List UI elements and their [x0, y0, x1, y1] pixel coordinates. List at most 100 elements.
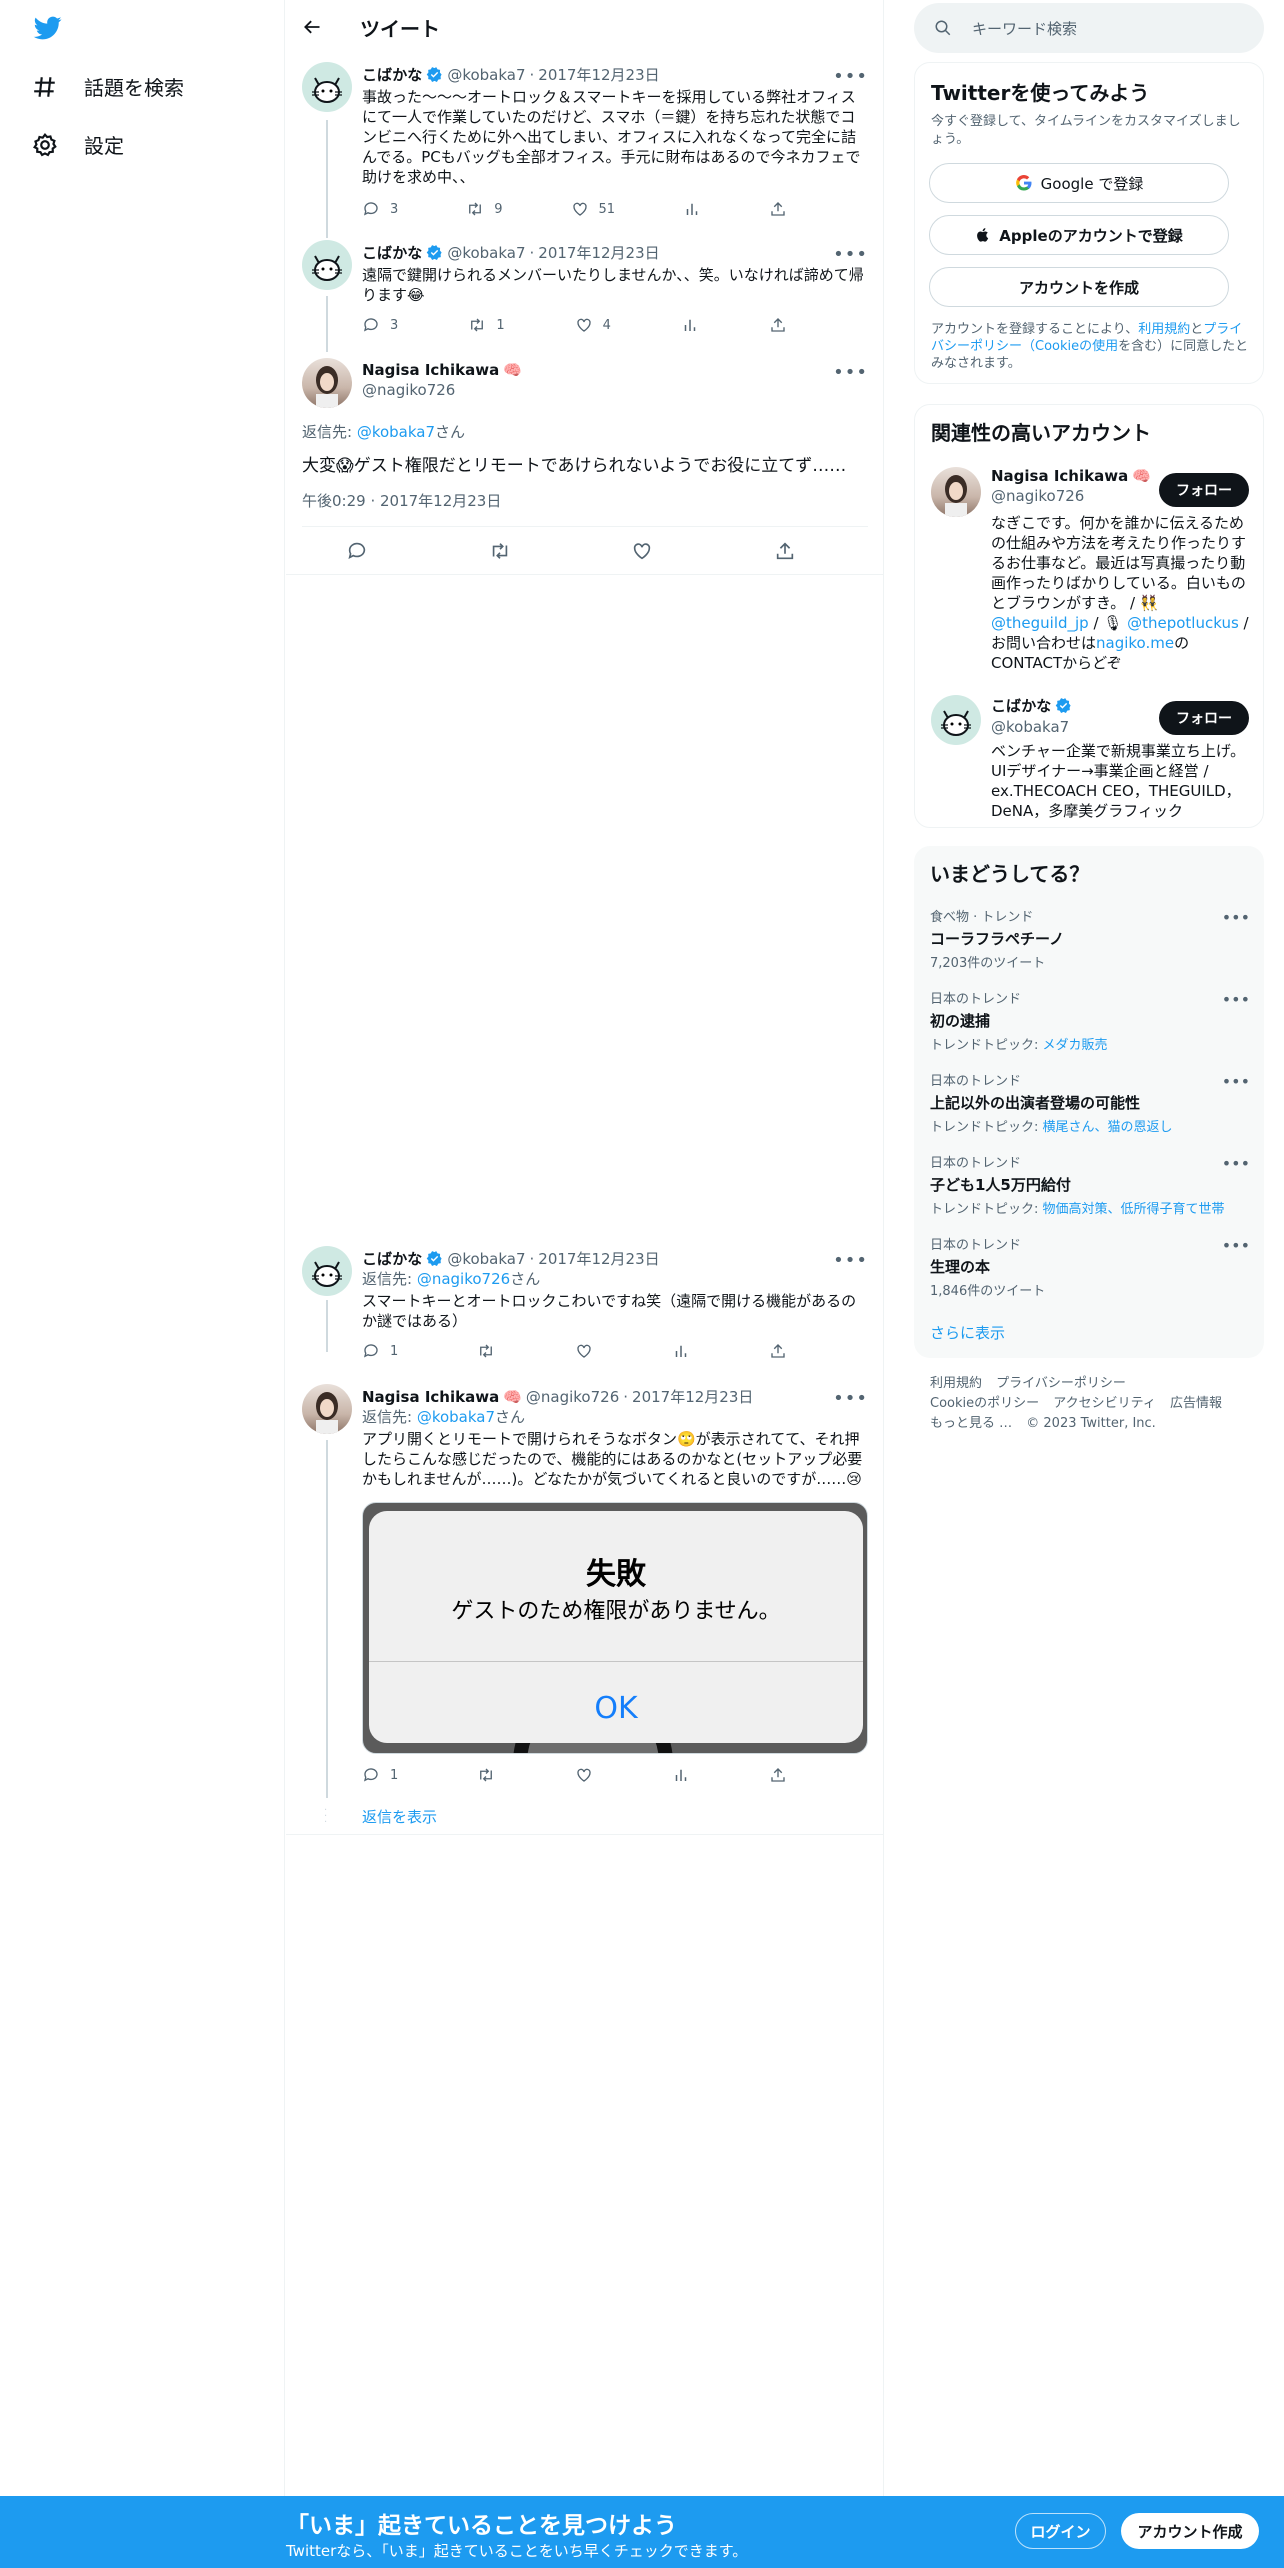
reply-button[interactable]: 1 [362, 1342, 398, 1360]
avatar[interactable] [302, 240, 352, 290]
more-icon[interactable]: ••• [833, 362, 868, 383]
share-button[interactable] [769, 1342, 787, 1360]
more-icon[interactable]: ••• [1222, 1072, 1250, 1091]
follow-button[interactable]: フォロー [1159, 701, 1249, 735]
trend-item[interactable]: 日本のトレンド 子ども1人5万円給付 トレンドトピック: 物価高対策、低所得子育… [930, 1152, 1250, 1217]
more-icon[interactable]: ••• [833, 1388, 868, 1409]
trend-topic-link[interactable]: 横尾さん、猫の恩返し [1043, 1120, 1173, 1135]
account-name[interactable]: こばかな [991, 695, 1051, 716]
reply-tweet[interactable]: Nagisa Ichikawa 🧠 @nagiko726 · 2017年12月2… [286, 1384, 884, 1784]
footer-privacy-link[interactable]: プライバシーポリシー [996, 1376, 1126, 1391]
avatar[interactable] [302, 62, 352, 112]
signup-button[interactable]: アカウント作成 [1121, 2513, 1259, 2549]
tweet[interactable]: こばかな @kobaka7 · 2017年12月23日 ••• 事故った〜〜〜オ… [286, 62, 884, 232]
retweet-button[interactable] [477, 1766, 495, 1784]
account-name[interactable]: Nagisa Ichikawa [991, 467, 1128, 485]
author-handle[interactable]: @kobaka7 [447, 66, 525, 84]
tweet-image[interactable]: 失敗 ゲストのため権限がありません。 OK [362, 1502, 868, 1754]
like-button[interactable] [575, 1342, 593, 1360]
more-icon[interactable]: ••• [1222, 1154, 1250, 1173]
more-icon[interactable]: ••• [1222, 990, 1250, 1009]
footer-terms-link[interactable]: 利用規約 [930, 1376, 982, 1391]
trend-item[interactable]: 日本のトレンド 初の逮捕 トレンドトピック: メダカ販売 ••• [930, 988, 1250, 1053]
trend-item[interactable]: 食べ物 · トレンド コーラフラペチーノ 7,203件のツイート ••• [930, 906, 1250, 971]
more-icon[interactable]: ••• [833, 244, 868, 265]
tweet-date[interactable]: 2017年12月23日 [632, 1386, 753, 1407]
reply-button[interactable] [346, 540, 368, 562]
trend-item[interactable]: 日本のトレンド 上記以外の出演者登場の可能性 トレンドトピック: 横尾さん、猫の… [930, 1070, 1250, 1135]
tweet-date[interactable]: 2017年12月23日 [538, 242, 659, 263]
tweet[interactable]: こばかな @kobaka7 · 2017年12月23日 ••• 遠隔で鍵開けられ… [286, 240, 884, 340]
author-name[interactable]: こばかな [362, 242, 422, 263]
search-box[interactable]: キーワード検索 [914, 3, 1264, 53]
avatar[interactable] [302, 358, 352, 408]
show-replies-link[interactable]: 返信を表示 [362, 1806, 437, 1827]
footer-accessibility-link[interactable]: アクセシビリティ [1053, 1396, 1156, 1411]
reply-tweet[interactable]: こばかな @kobaka7 · 2017年12月23日 ••• 返信先: @na… [286, 1246, 884, 1366]
create-account-button[interactable]: アカウントを作成 [929, 267, 1229, 307]
like-button[interactable] [575, 1766, 593, 1784]
google-signup-button[interactable]: Google で登録 [929, 163, 1229, 203]
reply-button[interactable]: 3 [362, 200, 398, 218]
trend-topic-link[interactable]: 物価高対策、低所得子育て世帯 [1043, 1202, 1225, 1217]
follow-button[interactable]: フォロー [1159, 473, 1249, 507]
tweet-timestamp[interactable]: 午後0:29 · 2017年12月23日 [302, 490, 501, 511]
avatar[interactable] [302, 1384, 352, 1434]
footer-more-link[interactable]: もっと見る … [930, 1416, 1012, 1431]
avatar[interactable] [931, 467, 981, 517]
views-button[interactable] [672, 1342, 690, 1360]
trend-topic-link[interactable]: メダカ販売 [1043, 1038, 1108, 1053]
reply-to-link[interactable]: @nagiko726 [417, 1270, 510, 1288]
bio-link-thepotluckus[interactable]: @thepotluckus [1127, 614, 1239, 632]
retweet-button[interactable]: 1 [468, 316, 505, 334]
author-name[interactable]: Nagisa Ichikawa [362, 361, 499, 379]
views-button[interactable] [672, 1766, 690, 1784]
author-name[interactable]: Nagisa Ichikawa [362, 1388, 499, 1406]
bio-link-nagiko[interactable]: nagiko.me [1096, 634, 1174, 652]
back-arrow-icon[interactable] [302, 17, 322, 37]
like-button[interactable]: 4 [575, 316, 611, 334]
reply-button[interactable]: 3 [362, 316, 398, 334]
nav-settings[interactable]: 設定 [32, 130, 124, 159]
author-handle[interactable]: @nagiko726 [362, 381, 522, 399]
footer-ads-link[interactable]: 広告情報 [1170, 1396, 1222, 1411]
account-handle[interactable]: @nagiko726 [991, 487, 1151, 505]
author-name[interactable]: こばかな [362, 1248, 422, 1269]
more-icon[interactable]: ••• [1222, 1236, 1250, 1255]
show-more-link[interactable]: さらに表示 [930, 1322, 1005, 1343]
avatar[interactable] [931, 695, 981, 745]
tweet-date[interactable]: 2017年12月23日 [538, 1248, 659, 1269]
share-button[interactable] [774, 540, 796, 562]
account-handle[interactable]: @kobaka7 [991, 718, 1072, 736]
author-handle[interactable]: @kobaka7 [447, 1250, 525, 1268]
reply-to-link[interactable]: @kobaka7 [357, 423, 435, 441]
bio-link-theguild[interactable]: @theguild_jp [991, 614, 1089, 632]
nav-explore[interactable]: 話題を検索 [32, 72, 184, 101]
reply-button[interactable]: 1 [362, 1766, 398, 1784]
share-button[interactable] [769, 1766, 787, 1784]
like-button[interactable] [631, 540, 653, 562]
author-handle[interactable]: @kobaka7 [447, 244, 525, 262]
author-handle[interactable]: @nagiko726 [526, 1388, 619, 1406]
share-button[interactable] [769, 200, 787, 218]
tweet-date[interactable]: 2017年12月23日 [538, 64, 659, 85]
more-icon[interactable]: ••• [833, 1250, 868, 1271]
terms-link[interactable]: 利用規約 [1138, 322, 1190, 337]
views-button[interactable] [683, 200, 701, 218]
retweet-button[interactable] [477, 1342, 495, 1360]
apple-signup-button[interactable]: Appleのアカウントで登録 [929, 215, 1229, 255]
like-button[interactable]: 51 [571, 200, 615, 218]
login-button[interactable]: ログイン [1015, 2513, 1106, 2549]
reply-to-link[interactable]: @kobaka7 [417, 1408, 495, 1426]
more-icon[interactable]: ••• [833, 66, 868, 87]
avatar[interactable] [302, 1246, 352, 1296]
retweet-button[interactable]: 9 [466, 200, 503, 218]
retweet-button[interactable] [489, 540, 511, 562]
share-button[interactable] [769, 316, 787, 334]
more-icon[interactable]: ••• [1222, 908, 1250, 927]
author-name[interactable]: こばかな [362, 64, 422, 85]
twitter-logo-icon[interactable] [32, 14, 64, 42]
footer-cookie-link[interactable]: Cookieのポリシー [930, 1396, 1039, 1411]
views-button[interactable] [681, 316, 699, 334]
trend-item[interactable]: 日本のトレンド 生理の本 1,846件のツイート ••• [930, 1234, 1250, 1299]
